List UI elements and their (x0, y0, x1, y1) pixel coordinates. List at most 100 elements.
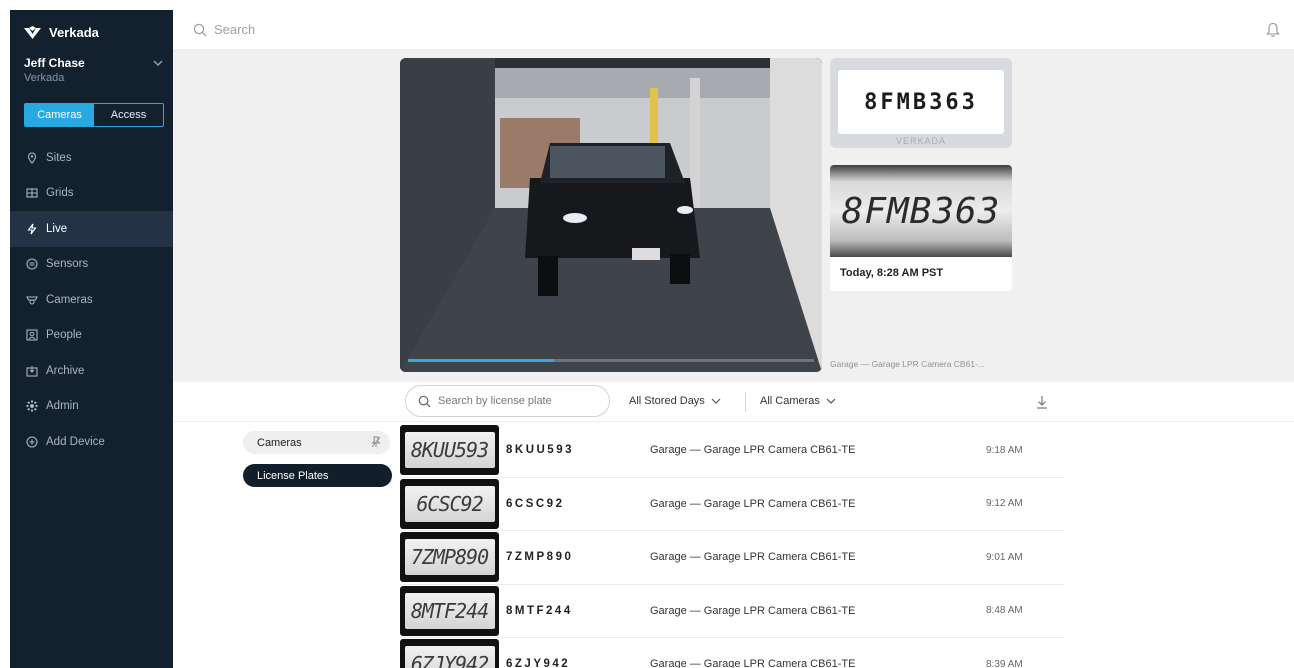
sidebar-item-archive[interactable]: Archive (10, 353, 173, 389)
plate-thumbnail: 6ZJY942 (400, 639, 499, 668)
days-dropdown-label: All Stored Days (629, 395, 705, 407)
camera-name: Garage — Garage LPR Camera CB61-TE (650, 497, 856, 510)
gear-icon (26, 400, 38, 412)
plate-result-row[interactable]: 6CSC92 6CSC92 Garage — Garage LPR Camera C… (400, 478, 1065, 531)
filter-divider (745, 392, 746, 412)
chevron-down-icon (826, 398, 836, 404)
video-stage: 8FMB363 VERKADA 8FMB363 Today, 8:28 AM P… (173, 50, 1294, 382)
snapshot-time: Today, 8:28 AM PST (840, 267, 944, 279)
plate-readout: 8FMB363 (838, 70, 1004, 134)
camera-name: Garage — Garage LPR Camera CB61-TE (650, 551, 856, 564)
plus-circle-icon (26, 436, 38, 448)
global-search[interactable]: Search (193, 22, 255, 37)
plate-thumbnail: 8KUU593 (400, 425, 499, 476)
pin-icon (26, 152, 38, 164)
plate-thumbnail-text: 8MTF244 (404, 592, 495, 629)
sidebar-item-label: Grids (46, 187, 74, 200)
person-icon (26, 329, 38, 341)
detection-time: 9:18 AM (986, 444, 1023, 456)
plate-number: 7ZMP890 (506, 551, 574, 564)
sidebar-item-grids[interactable]: Grids (10, 176, 173, 212)
sidebar-item-label: Admin (46, 400, 79, 413)
plate-thumbnail: 8MTF244 (400, 585, 499, 636)
filter-cameras-label: Cameras (257, 436, 302, 449)
user-org: Verkada (24, 72, 65, 84)
search-icon (193, 23, 207, 36)
brand-logo[interactable]: Verkada (24, 25, 99, 40)
plate-thumbnail: 6CSC92 (400, 478, 499, 529)
filter-cameras[interactable]: Cameras (243, 431, 390, 454)
sidebar-item-sites[interactable]: Sites (10, 140, 173, 176)
product-switch: Cameras Access (24, 103, 164, 127)
plate-thumbnail: 7ZMP890 (400, 532, 499, 583)
unpin-icon[interactable] (371, 436, 381, 448)
verkada-logo-icon (24, 25, 41, 39)
plate-number: 8MTF244 (506, 604, 573, 617)
camera-icon (26, 294, 38, 306)
filter-bar: Search by license plate All Stored Days … (173, 382, 1294, 422)
camera-name: Garage — Garage LPR Camera CB61-TE (650, 604, 856, 617)
sidebar-item-add-device[interactable]: Add Device (10, 424, 173, 460)
plate-frame-text: VERKADA (895, 136, 946, 146)
video-progress[interactable] (408, 359, 814, 362)
sensor-icon (26, 258, 38, 270)
detection-time: 8:39 AM (986, 658, 1023, 668)
filter-license-plates[interactable]: License Plates (243, 464, 392, 487)
download-icon[interactable] (1035, 394, 1049, 410)
sidebar-item-cameras[interactable]: Cameras (10, 282, 173, 318)
sidebar-item-admin[interactable]: Admin (10, 389, 173, 425)
plate-snapshot-card[interactable]: 8FMB363 Today, 8:28 AM PST (830, 165, 1012, 291)
plate-snapshot-image: 8FMB363 (830, 165, 1012, 257)
detection-time: 9:01 AM (986, 551, 1023, 563)
sidebar-item-label: People (46, 329, 82, 342)
garage-video-frame (400, 58, 822, 372)
plate-number: 8KUU593 (506, 444, 574, 457)
brand-name: Verkada (49, 25, 99, 40)
video-player[interactable] (400, 58, 822, 372)
sidebar: Verkada Jeff Chase Verkada Cameras Acces… (10, 10, 173, 668)
plate-readout-card: 8FMB363 VERKADA (830, 58, 1012, 148)
detection-time: 9:12 AM (986, 498, 1023, 510)
sidebar-item-people[interactable]: People (10, 318, 173, 354)
video-progress-fill (408, 359, 555, 362)
archive-icon (26, 365, 38, 377)
top-bar: Search (173, 10, 1294, 50)
plate-result-row[interactable]: 7ZMP890 7ZMP890 Garage — Garage LPR Camera… (400, 531, 1065, 585)
chevron-down-icon (711, 398, 721, 404)
plate-search-input[interactable]: Search by license plate (438, 395, 552, 407)
plate-result-row[interactable]: 6ZJY942 6ZJY942 Garage — Garage LPR Camera… (400, 638, 1065, 668)
sidebar-item-live[interactable]: Live (10, 211, 173, 247)
access-tab[interactable]: Access (94, 104, 163, 126)
sidebar-item-label: Live (46, 222, 68, 235)
plate-results-list: 8KUU593 8KUU593 Garage — Garage LPR Camera… (400, 424, 1065, 668)
search-icon (418, 395, 431, 407)
user-menu[interactable]: Jeff Chase Verkada (24, 56, 165, 84)
app-root: Verkada Jeff Chase Verkada Cameras Acces… (0, 0, 1294, 668)
plate-number: 6CSC92 (506, 497, 565, 510)
sidebar-item-label: Cameras (46, 293, 93, 306)
plate-result-row[interactable]: 8MTF244 8MTF244 Garage — Garage LPR Camera… (400, 585, 1065, 638)
plate-number: 6ZJY942 (506, 658, 571, 668)
lightning-icon (26, 223, 38, 235)
detection-time: 8:48 AM (986, 605, 1023, 617)
sidebar-nav: Sites Grids Live Sensors Cameras People Archiv… (10, 140, 173, 460)
user-name: Jeff Chase (24, 56, 85, 70)
cameras-dropdown-label: All Cameras (760, 395, 820, 407)
sidebar-item-label: Archive (46, 364, 85, 377)
sidebar-item-label: Sites (46, 151, 72, 164)
plate-result-row[interactable]: 8KUU593 8KUU593 Garage — Garage LPR Camera… (400, 424, 1065, 478)
plate-thumbnail-text: 7ZMP890 (404, 539, 495, 576)
cameras-tab[interactable]: Cameras (25, 104, 94, 126)
cameras-dropdown[interactable]: All Cameras (760, 395, 836, 407)
search-input[interactable]: Search (214, 22, 255, 37)
camera-caption: Garage — Garage LPR Camera CB61-... (830, 359, 985, 369)
camera-name: Garage — Garage LPR Camera CB61-TE (650, 658, 856, 668)
chevron-down-icon[interactable] (153, 58, 163, 69)
camera-name: Garage — Garage LPR Camera CB61-TE (650, 444, 856, 457)
days-dropdown[interactable]: All Stored Days (629, 395, 721, 407)
plate-thumbnail-text: 6CSC92 (404, 485, 495, 522)
plate-search-field[interactable]: Search by license plate (405, 385, 610, 417)
bell-icon[interactable] (1266, 22, 1280, 38)
plate-thumbnail-text: 8KUU593 (404, 432, 495, 469)
sidebar-item-sensors[interactable]: Sensors (10, 247, 173, 283)
